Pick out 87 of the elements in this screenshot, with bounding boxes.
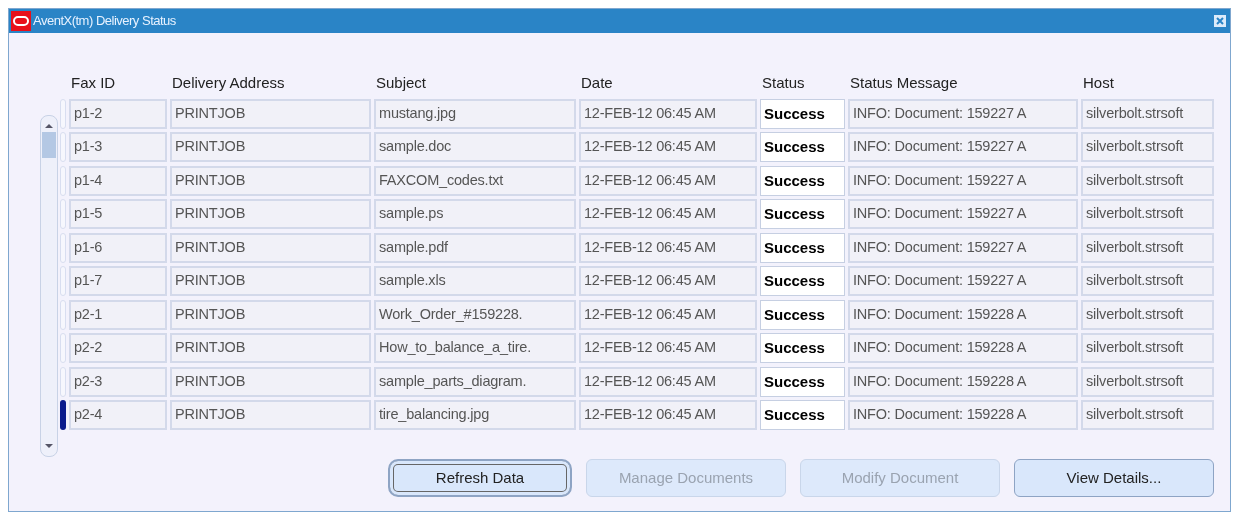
table-field[interactable]: 12-FEB-12 06:45 AM (579, 366, 757, 397)
scrollbar[interactable] (40, 115, 58, 457)
app-logo-icon (11, 11, 31, 31)
table-field[interactable]: p1-2 (69, 98, 167, 129)
status-field[interactable]: Success (760, 199, 845, 230)
table-field[interactable]: sample.xls (374, 266, 576, 297)
table-field[interactable]: 12-FEB-12 06:45 AM (579, 199, 757, 230)
table-field[interactable]: PRINTJOB (170, 132, 371, 163)
table-field[interactable]: sample_parts_diagram. (374, 366, 576, 397)
status-field[interactable]: Success (760, 400, 845, 431)
status-field[interactable]: Success (760, 132, 845, 163)
table-field[interactable]: 12-FEB-12 06:45 AM (579, 266, 757, 297)
table-field[interactable]: INFO: Document: 159228 A (848, 333, 1078, 364)
table-field[interactable]: silverbolt.strsoft (1081, 132, 1214, 163)
table-field[interactable]: p2-2 (69, 333, 167, 364)
table-field[interactable]: INFO: Document: 159227 A (848, 98, 1078, 129)
table-field[interactable]: 12-FEB-12 06:45 AM (579, 333, 757, 364)
status-field[interactable]: Success (760, 232, 845, 263)
table-field[interactable]: PRINTJOB (170, 266, 371, 297)
scroll-down-icon[interactable] (44, 442, 54, 450)
table-field[interactable]: p2-4 (69, 400, 167, 431)
table-field[interactable]: PRINTJOB (170, 199, 371, 230)
table-field[interactable]: silverbolt.strsoft (1081, 199, 1214, 230)
table-field[interactable]: INFO: Document: 159228 A (848, 366, 1078, 397)
table-field[interactable]: silverbolt.strsoft (1081, 333, 1214, 364)
table-field[interactable]: PRINTJOB (170, 232, 371, 263)
table-field[interactable]: p2-1 (69, 299, 167, 330)
table-field[interactable]: silverbolt.strsoft (1081, 299, 1214, 330)
table-field[interactable]: p1-7 (69, 266, 167, 297)
table-field[interactable]: PRINTJOB (170, 165, 371, 196)
record-indicator[interactable] (60, 400, 66, 431)
column-header: Status (762, 74, 805, 91)
window-title: AventX(tm) Delivery Status (33, 12, 176, 31)
table-field[interactable]: 12-FEB-12 06:45 AM (579, 400, 757, 431)
table-field[interactable]: p1-4 (69, 165, 167, 196)
table-field[interactable]: INFO: Document: 159227 A (848, 132, 1078, 163)
table-field[interactable]: INFO: Document: 159227 A (848, 232, 1078, 263)
table-field[interactable]: FAXCOM_codes.txt (374, 165, 576, 196)
table-field[interactable]: silverbolt.strsoft (1081, 400, 1214, 431)
column-header: Date (581, 74, 613, 91)
action-button[interactable]: View Details... (1014, 459, 1214, 497)
table-field[interactable]: 12-FEB-12 06:45 AM (579, 165, 757, 196)
table-field[interactable]: PRINTJOB (170, 400, 371, 431)
table-field[interactable]: 12-FEB-12 06:45 AM (579, 98, 757, 129)
table-field[interactable]: tire_balancing.jpg (374, 400, 576, 431)
status-field[interactable]: Success (760, 98, 845, 129)
close-icon[interactable] (1214, 15, 1226, 27)
table-field[interactable]: PRINTJOB (170, 333, 371, 364)
scroll-thumb[interactable] (42, 132, 56, 158)
table-field[interactable]: INFO: Document: 159227 A (848, 165, 1078, 196)
column-header: Delivery Address (172, 74, 285, 91)
table-field[interactable]: p1-5 (69, 199, 167, 230)
table-field[interactable]: sample.ps (374, 199, 576, 230)
table-field[interactable]: silverbolt.strsoft (1081, 165, 1214, 196)
status-field[interactable]: Success (760, 299, 845, 330)
table-field[interactable]: PRINTJOB (170, 98, 371, 129)
table-field[interactable]: silverbolt.strsoft (1081, 232, 1214, 263)
column-header: Subject (376, 74, 427, 91)
table-field[interactable]: mustang.jpg (374, 98, 576, 129)
table-field[interactable]: p1-6 (69, 232, 167, 263)
status-field[interactable]: Success (760, 266, 845, 297)
scroll-up-icon[interactable] (44, 122, 54, 130)
table-field[interactable]: sample.pdf (374, 232, 576, 263)
table-field[interactable]: PRINTJOB (170, 299, 371, 330)
table-field[interactable]: INFO: Document: 159227 A (848, 266, 1078, 297)
column-header: Fax ID (71, 74, 116, 91)
table-field[interactable]: INFO: Document: 159227 A (848, 199, 1078, 230)
table-field[interactable]: 12-FEB-12 06:45 AM (579, 232, 757, 263)
status-field[interactable]: Success (760, 165, 845, 196)
table-field[interactable]: 12-FEB-12 06:45 AM (579, 299, 757, 330)
status-field[interactable]: Success (760, 333, 845, 364)
column-header: Host (1083, 74, 1114, 91)
table-field[interactable]: p1-3 (69, 132, 167, 163)
table-field[interactable]: p2-3 (69, 366, 167, 397)
table-field[interactable]: sample.doc (374, 132, 576, 163)
table-field[interactable]: silverbolt.strsoft (1081, 266, 1214, 297)
table-field[interactable]: Work_Order_#159228. (374, 299, 576, 330)
status-field[interactable]: Success (760, 366, 845, 397)
table-field[interactable]: 12-FEB-12 06:45 AM (579, 132, 757, 163)
column-header: Status Message (850, 74, 958, 91)
table-field[interactable]: silverbolt.strsoft (1081, 98, 1214, 129)
table-field[interactable]: PRINTJOB (170, 366, 371, 397)
table-field[interactable]: INFO: Document: 159228 A (848, 400, 1078, 431)
table-field[interactable]: silverbolt.strsoft (1081, 366, 1214, 397)
table-field[interactable]: How_to_balance_a_tire. (374, 333, 576, 364)
table-field[interactable]: INFO: Document: 159228 A (848, 299, 1078, 330)
action-button[interactable]: Refresh Data (388, 459, 572, 497)
